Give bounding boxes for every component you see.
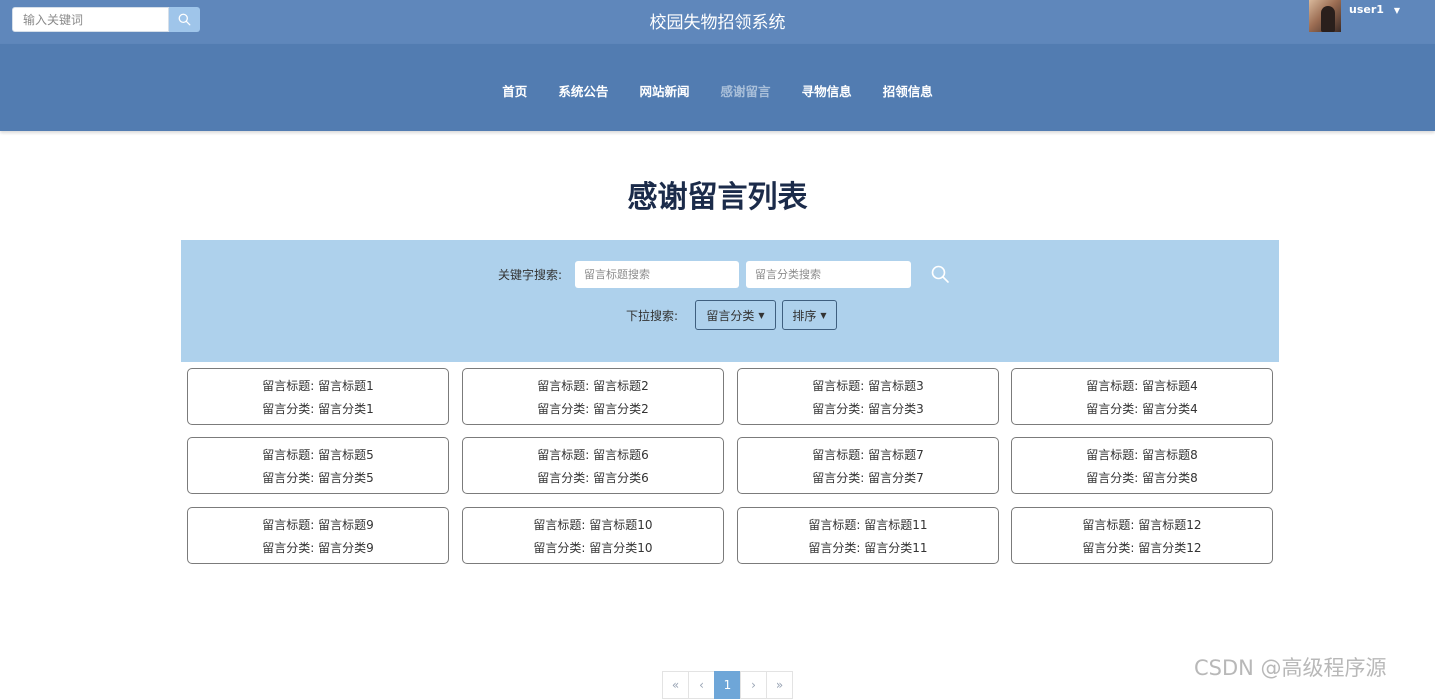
message-card[interactable]: 留言标题: 留言标题1 留言分类: 留言分类1 xyxy=(187,368,449,425)
message-title: 留言标题: 留言标题2 xyxy=(537,379,649,393)
message-title: 留言标题: 留言标题8 xyxy=(1086,448,1198,462)
message-title: 留言标题: 留言标题3 xyxy=(812,379,924,393)
nav-item-lost-items[interactable]: 寻物信息 xyxy=(802,81,852,100)
top-bar: 校园失物招领系统 user1 ▼ xyxy=(0,0,1435,44)
page-title: 感谢留言列表 xyxy=(627,180,808,215)
message-title: 留言标题: 留言标题9 xyxy=(262,518,374,532)
message-card[interactable]: 留言标题: 留言标题3 留言分类: 留言分类3 xyxy=(737,368,999,425)
message-title: 留言标题: 留言标题1 xyxy=(262,379,374,393)
avatar[interactable] xyxy=(1309,0,1341,32)
nav-item-found-items[interactable]: 招领信息 xyxy=(883,81,933,100)
message-category: 留言分类: 留言分类11 xyxy=(808,541,928,555)
message-category: 留言分类: 留言分类6 xyxy=(537,471,649,485)
dropdown-search-label: 下拉搜索: xyxy=(626,309,679,323)
user-menu[interactable]: user1 ▼ xyxy=(1309,0,1400,32)
caret-down-icon: ▼ xyxy=(820,310,827,320)
message-card[interactable]: 留言标题: 留言标题7 留言分类: 留言分类7 xyxy=(737,437,999,494)
message-category: 留言分类: 留言分类8 xyxy=(1086,471,1198,485)
message-card[interactable]: 留言标题: 留言标题11 留言分类: 留言分类11 xyxy=(737,507,999,564)
nav-item-thanks-messages[interactable]: 感谢留言 xyxy=(721,81,771,100)
category-dropdown-label: 留言分类 xyxy=(706,308,755,323)
message-card[interactable]: 留言标题: 留言标题5 留言分类: 留言分类5 xyxy=(187,437,449,494)
caret-down-icon[interactable]: ▼ xyxy=(1394,6,1400,15)
username[interactable]: user1 xyxy=(1349,3,1384,16)
message-category: 留言分类: 留言分类5 xyxy=(262,471,374,485)
search-icon[interactable] xyxy=(930,264,950,284)
sort-dropdown-label: 排序 xyxy=(792,308,817,323)
message-title: 留言标题: 留言标题6 xyxy=(537,448,649,462)
title-search-input[interactable] xyxy=(575,261,739,288)
nav-menu: 首页 系统公告 网站新闻 感谢留言 寻物信息 招领信息 xyxy=(0,81,1435,100)
site-title: 校园失物招领系统 xyxy=(649,13,786,33)
message-category: 留言分类: 留言分类12 xyxy=(1082,541,1202,555)
message-title: 留言标题: 留言标题5 xyxy=(262,448,374,462)
message-card[interactable]: 留言标题: 留言标题6 留言分类: 留言分类6 xyxy=(462,437,724,494)
message-category: 留言分类: 留言分类4 xyxy=(1086,402,1198,416)
message-title: 留言标题: 留言标题4 xyxy=(1086,379,1198,393)
main-navbar: 首页 系统公告 网站新闻 感谢留言 寻物信息 招领信息 xyxy=(0,44,1435,131)
keyword-search-label: 关键字搜索: xyxy=(498,268,563,282)
message-category: 留言分类: 留言分类3 xyxy=(812,402,924,416)
message-category: 留言分类: 留言分类7 xyxy=(812,471,924,485)
category-dropdown[interactable]: 留言分类 ▼ xyxy=(695,300,776,330)
message-title: 留言标题: 留言标题11 xyxy=(808,518,928,532)
nav-item-announcements[interactable]: 系统公告 xyxy=(558,81,608,100)
nav-item-news[interactable]: 网站新闻 xyxy=(639,81,689,100)
message-title: 留言标题: 留言标题7 xyxy=(812,448,924,462)
message-category: 留言分类: 留言分类1 xyxy=(262,402,374,416)
sort-dropdown[interactable]: 排序 ▼ xyxy=(782,300,837,330)
message-card[interactable]: 留言标题: 留言标题10 留言分类: 留言分类10 xyxy=(462,507,724,564)
message-category: 留言分类: 留言分类2 xyxy=(537,402,649,416)
nav-item-home[interactable]: 首页 xyxy=(502,81,527,100)
message-title: 留言标题: 留言标题10 xyxy=(533,518,653,532)
category-search-input[interactable] xyxy=(746,261,911,288)
message-category: 留言分类: 留言分类9 xyxy=(262,541,374,555)
watermark: CSDN @高级程序源 xyxy=(1194,656,1387,680)
message-card[interactable]: 留言标题: 留言标题2 留言分类: 留言分类2 xyxy=(462,368,724,425)
caret-down-icon: ▼ xyxy=(758,310,765,320)
message-card[interactable]: 留言标题: 留言标题9 留言分类: 留言分类9 xyxy=(187,507,449,564)
message-card[interactable]: 留言标题: 留言标题12 留言分类: 留言分类12 xyxy=(1011,507,1273,564)
message-title: 留言标题: 留言标题12 xyxy=(1082,518,1202,532)
message-card[interactable]: 留言标题: 留言标题4 留言分类: 留言分类4 xyxy=(1011,368,1273,425)
message-category: 留言分类: 留言分类10 xyxy=(533,541,653,555)
message-card[interactable]: 留言标题: 留言标题8 留言分类: 留言分类8 xyxy=(1011,437,1273,494)
